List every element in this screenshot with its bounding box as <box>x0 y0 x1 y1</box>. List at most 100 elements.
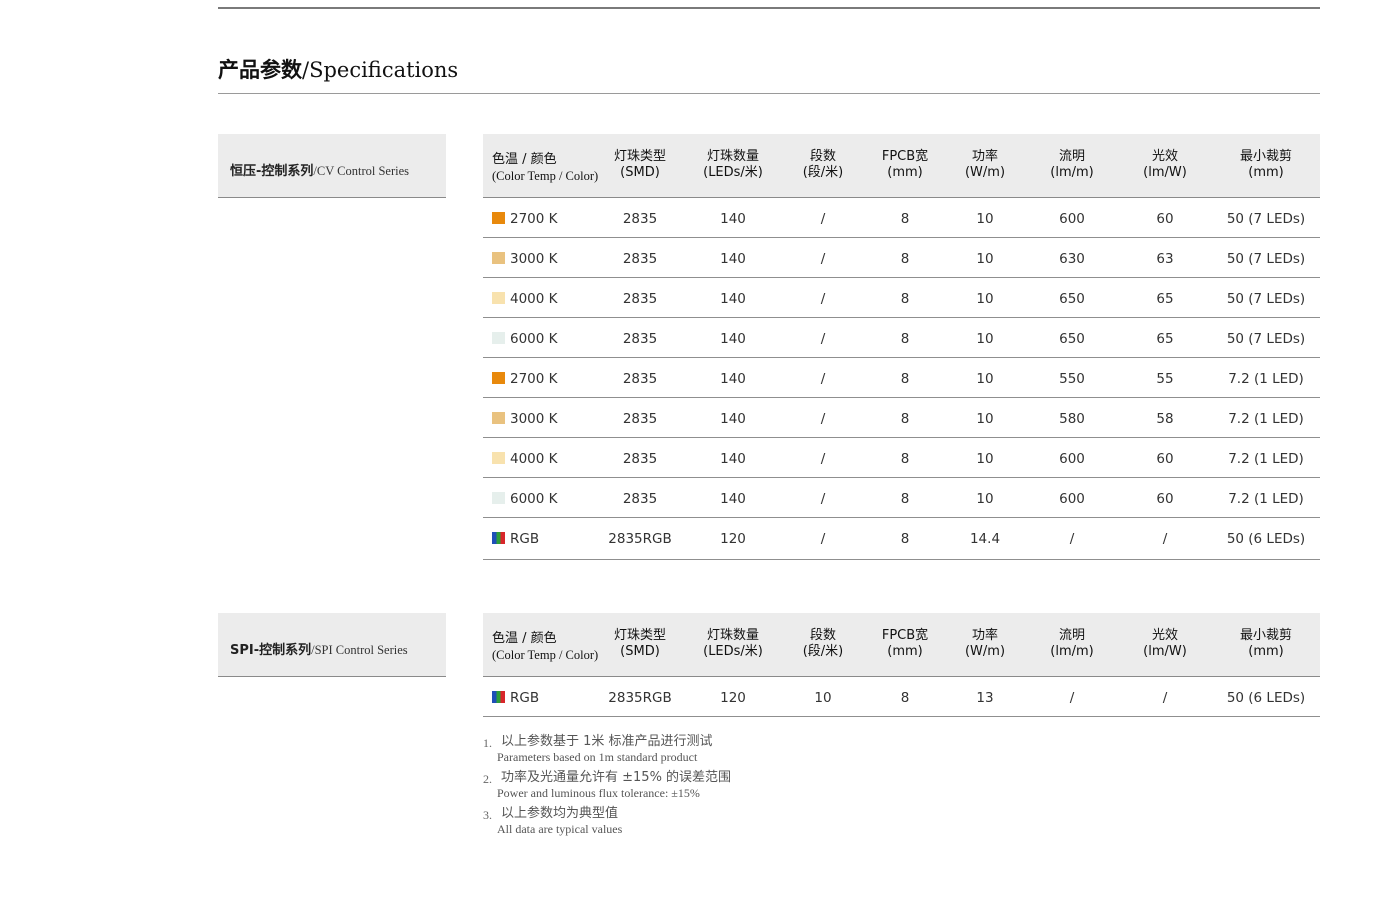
header-line-1: 最小裁剪 <box>1239 628 1293 643</box>
header-line-1: 段数 <box>809 628 836 643</box>
spi-cell-cut: 50 (6 LEDs) <box>1226 690 1306 706</box>
footnote-text-zh: 以上参数基于 1米 标准产品进行测试 <box>501 734 713 749</box>
cv-cell-leds: 140 <box>720 251 746 267</box>
cv-cell-seg: / <box>820 371 826 387</box>
header-line-1: 灯珠类型 <box>613 628 667 643</box>
cv-cell-seg: / <box>820 291 826 307</box>
header-line-1: 光效 <box>1151 628 1178 643</box>
cv-cell-eff: 65 <box>1156 291 1174 307</box>
footnote-number: 3. <box>483 808 492 822</box>
spi-cell-leds: 120 <box>720 690 746 706</box>
spi-table-header: 色温 / 颜色 (Color Temp / Color) 灯珠类型 (SMD) 灯珠数量… <box>483 613 1320 677</box>
header-line-2: (段/米) <box>802 165 844 180</box>
color-swatch-icon <box>492 292 505 304</box>
color-swatch-icon <box>492 372 505 384</box>
cv-cell-seg: / <box>820 211 826 227</box>
cv-cell-power: 14.4 <box>969 531 1001 547</box>
cv-cell-seg: / <box>820 411 826 427</box>
spi-header-seg: 段数 (段/米) <box>803 628 844 660</box>
cv-cell-power: 10 <box>976 451 994 467</box>
cv-cell-color: 3000 K <box>492 411 558 427</box>
cv-cell-smd: 2835 <box>622 211 658 227</box>
cv-cell-color: 4000 K <box>492 451 558 467</box>
cv-table-body: 2700 K 2835 140 / 8 10 600 60 50 (7 LEDs) 3000 K 2… <box>483 198 1320 560</box>
header-line-2: (mm) <box>887 165 923 180</box>
header-line-2: (W/m) <box>964 644 1006 659</box>
header-line-2: (段/米) <box>802 644 844 659</box>
spi-table-body: RGB 2835RGB 120 10 8 13 / / 50 (6 LEDs) <box>483 677 1320 717</box>
page-title-en: /Specifications <box>302 58 459 82</box>
cv-cell-lumen: 600 <box>1059 451 1085 467</box>
cv-cell-color: 2700 K <box>492 371 558 387</box>
color-swatch-icon <box>492 212 505 224</box>
cv-cell-fpcb: 8 <box>900 411 910 427</box>
color-swatch-icon <box>492 332 505 344</box>
cv-cell-power: 10 <box>976 251 994 267</box>
header-line-2: (mm) <box>887 644 923 659</box>
cv-spec-table: 色温 / 颜色 (Color Temp / Color) 灯珠类型 (SMD) 灯珠数量… <box>483 134 1320 560</box>
cv-cell-fpcb: 8 <box>900 371 910 387</box>
cv-series-label: 恒压-控制系列/CV Control Series <box>230 160 409 179</box>
cv-cell-color: RGB <box>492 531 539 547</box>
cv-cell-color: 6000 K <box>492 491 558 507</box>
color-temp-label: 3000 K <box>510 411 558 427</box>
cv-cell-leds: 140 <box>720 451 746 467</box>
spi-series-label-box: SPI-控制系列/SPI Control Series <box>218 613 446 677</box>
header-line-2: (lm/m) <box>1050 165 1094 180</box>
cv-cell-color: 4000 K <box>492 291 558 307</box>
header-line-1: 灯珠数量 <box>706 149 760 164</box>
cv-header-seg: 段数 (段/米) <box>803 149 844 181</box>
spi-cell-fpcb: 8 <box>900 690 910 706</box>
header-line-1: 色温 / 颜色 <box>492 631 557 646</box>
cv-cell-power: 10 <box>976 371 994 387</box>
header-line-2: (LEDs/米) <box>703 165 763 180</box>
color-temp-label: 6000 K <box>510 331 558 347</box>
cv-cell-smd: 2835 <box>622 251 658 267</box>
cv-cell-eff: / <box>1162 531 1168 547</box>
color-temp-label: 2700 K <box>510 211 558 227</box>
cv-cell-fpcb: 8 <box>900 491 910 507</box>
header-line-1: 最小裁剪 <box>1239 149 1293 164</box>
cv-cell-lumen: 580 <box>1059 411 1085 427</box>
cv-cell-lumen: 650 <box>1059 331 1085 347</box>
cv-cell-fpcb: 8 <box>900 331 910 347</box>
cv-cell-power: 10 <box>976 331 994 347</box>
cv-cell-lumen: / <box>1069 531 1075 547</box>
color-temp-label: 3000 K <box>510 251 558 267</box>
spi-spec-table: 色温 / 颜色 (Color Temp / Color) 灯珠类型 (SMD) 灯珠数量… <box>483 613 1320 717</box>
spi-series-label-zh: SPI-控制系列 <box>230 643 312 658</box>
header-line-2: (mm) <box>1248 644 1284 659</box>
color-swatch-icon <box>492 492 505 504</box>
cv-cell-seg: / <box>820 531 826 547</box>
cv-cell-power: 10 <box>976 291 994 307</box>
table-row: 3000 K 2835 140 / 8 10 580 58 7.2 (1 LED) <box>483 398 1320 438</box>
table-row: 3000 K 2835 140 / 8 10 630 63 50 (7 LEDs) <box>483 238 1320 278</box>
cv-cell-seg: / <box>820 331 826 347</box>
color-temp-label: 2700 K <box>510 371 558 387</box>
cv-cell-fpcb: 8 <box>900 531 910 547</box>
header-line-2: (Color Temp / Color) <box>492 648 599 662</box>
footnotes: 1. 以上参数基于 1米 标准产品进行测试 Parameters based o… <box>483 733 731 841</box>
cv-series-label-zh: 恒压-控制系列 <box>230 164 314 179</box>
header-line-1: 流明 <box>1058 628 1085 643</box>
page-title-zh: 产品参数 <box>218 58 302 82</box>
color-swatch-icon <box>492 412 505 424</box>
footnote-text-en: Parameters based on 1m standard product <box>497 750 698 764</box>
spi-header-fpcb: FPCB宽 (mm) <box>882 628 928 660</box>
cv-cell-smd: 2835 <box>622 331 658 347</box>
cv-header-fpcb: FPCB宽 (mm) <box>882 149 928 181</box>
header-line-1: 灯珠类型 <box>613 149 667 164</box>
cv-header-power: 功率 (W/m) <box>965 149 1005 181</box>
table-row: 4000 K 2835 140 / 8 10 600 60 7.2 (1 LED) <box>483 438 1320 478</box>
spi-header-leds: 灯珠数量 (LEDs/米) <box>703 628 763 660</box>
cv-cell-leds: 140 <box>720 411 746 427</box>
cv-cell-cut: 7.2 (1 LED) <box>1228 491 1304 507</box>
cv-series-label-en: /CV Control Series <box>313 164 410 178</box>
footnote-text-en: All data are typical values <box>497 822 623 836</box>
cv-cell-power: 10 <box>976 411 994 427</box>
header-line-2: (SMD) <box>620 165 660 180</box>
cv-cell-cut: 7.2 (1 LED) <box>1228 371 1304 387</box>
cv-cell-cut: 7.2 (1 LED) <box>1228 411 1304 427</box>
cv-cell-seg: / <box>820 251 826 267</box>
table-row: 2700 K 2835 140 / 8 10 600 60 50 (7 LEDs) <box>483 198 1320 238</box>
